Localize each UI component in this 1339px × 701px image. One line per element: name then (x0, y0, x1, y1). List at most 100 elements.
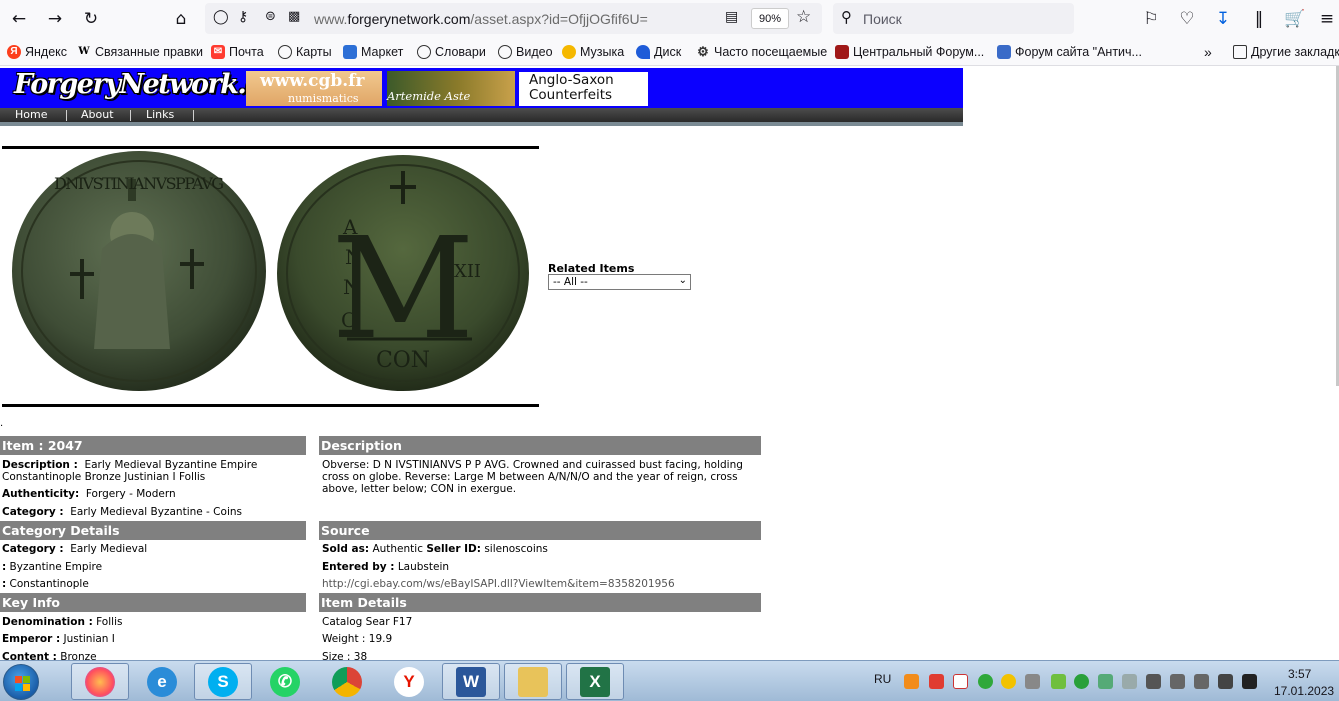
coin-reverse: A N N O M XII CON (277, 155, 529, 391)
url-text[interactable]: www.forgerynetwork.com/asset.aspx?id=Ofj… (314, 11, 648, 27)
bookmark-most-visited[interactable]: ⚙ Часто посещаемые (696, 43, 827, 61)
nav-divider (130, 110, 131, 121)
related-items-select[interactable]: -- All -- ⌄ (548, 274, 691, 290)
tray-usb-icon[interactable] (1122, 674, 1137, 689)
search-bar[interactable]: ⚲ Поиск (833, 3, 1074, 34)
reverse-exergue: CON (376, 348, 430, 373)
reader-view-icon[interactable]: ▤ (725, 9, 738, 25)
bookmark-related-edits[interactable]: W Связанные правки (77, 43, 203, 61)
pocket-share-icon[interactable]: ⚐ (1138, 6, 1164, 32)
nav-about[interactable]: About (81, 108, 114, 122)
category-details-header: Category Details (0, 521, 306, 540)
address-bar[interactable]: ◯ ⚷ ⊜ ▩ www.forgerynetwork.com/asset.asp… (205, 3, 822, 34)
forum-icon (997, 45, 1011, 59)
ad-artemide[interactable]: Artemide Aste (387, 71, 515, 106)
tray-check-icon[interactable] (978, 674, 993, 689)
whatsapp-icon: ✆ (270, 666, 300, 697)
speaker-icon[interactable] (1146, 674, 1161, 689)
ad-anglo-saxon-label: Anglo-Saxon Counterfeits (529, 72, 614, 103)
reload-icon[interactable]: ↻ (78, 6, 104, 32)
tray-anydesk-icon[interactable] (929, 674, 944, 689)
language-indicator[interactable]: RU (874, 672, 891, 686)
taskbar-excel[interactable]: X (566, 663, 624, 700)
library-icon[interactable]: ‖ (1246, 6, 1272, 32)
bookmark-video[interactable]: Видео (498, 43, 553, 61)
source-link[interactable]: http://cgi.ebay.com/ws/eBayISAPI.dll?Vie… (322, 578, 675, 590)
zoom-level-badge[interactable]: 90% (751, 8, 789, 29)
reverse-year: XII (454, 261, 481, 282)
bookmark-maps[interactable]: Карты (278, 43, 332, 61)
bookmark-dictionaries[interactable]: Словари (417, 43, 486, 61)
category-details-category: Category : Early Medieval (2, 543, 148, 555)
downloads-icon[interactable]: ↧ (1210, 6, 1236, 32)
wikipedia-icon: W (78, 46, 90, 57)
tray-lifebuoy-icon[interactable] (1001, 674, 1016, 689)
taskbar-skype[interactable]: S (194, 663, 252, 700)
bookmark-yandex[interactable]: Я Яндекс (7, 43, 67, 61)
start-flag-green (23, 676, 30, 683)
clock-date[interactable]: 17.01.2023 (1274, 684, 1334, 698)
clock-time[interactable]: 3:57 (1288, 667, 1311, 681)
bookmark-mail[interactable]: ✉ Почта (211, 43, 264, 61)
tray-nvidia-icon[interactable] (1051, 674, 1066, 689)
bookmark-disk[interactable]: Диск (636, 43, 681, 61)
network-icon[interactable] (1170, 674, 1185, 689)
category-details-mint: : Constantinople (2, 578, 89, 590)
bookmark-central-forum[interactable]: Центральный Форум... (835, 43, 984, 61)
item-details-header: Item Details (319, 593, 761, 612)
nav-home[interactable]: Home (15, 108, 47, 122)
start-button[interactable] (3, 664, 39, 700)
taskbar-internet-explorer[interactable]: e (133, 663, 191, 700)
bookmark-music[interactable]: Музыка (562, 43, 624, 61)
bookmark-market[interactable]: Маркет (343, 43, 403, 61)
action-center-flag-icon[interactable] (1218, 674, 1233, 689)
bookmark-other[interactable]: Другие закладки (1233, 43, 1339, 61)
item-details-catalog: Catalog Sear F17 (322, 616, 413, 628)
start-flag-blue (15, 684, 22, 691)
bookmark-antique-forum[interactable]: Форум сайта "Антич... (997, 43, 1142, 61)
taskbar-word[interactable]: W (442, 663, 500, 700)
description-header: Description (319, 436, 761, 455)
word-icon: W (456, 666, 486, 697)
start-flag-red (15, 676, 22, 683)
volume-icon[interactable] (1194, 674, 1209, 689)
forward-icon[interactable]: → (42, 6, 68, 32)
ad-cgb[interactable]: www.cgb.fr numismatics (246, 71, 382, 106)
taskbar-whatsapp[interactable]: ✆ (256, 663, 314, 700)
file-explorer-icon (518, 666, 548, 697)
chevron-more-icon[interactable]: » (1204, 43, 1212, 61)
item-category: Category : Early Medieval Byzantine - Co… (2, 506, 242, 518)
tray-sync-icon[interactable] (1074, 674, 1089, 689)
yandex-browser-icon: Y (394, 666, 424, 697)
back-icon[interactable]: ← (6, 6, 32, 32)
coin-photo: DNIVSTINIANVSPPAVG A N N O M XII CON (2, 146, 539, 407)
bookmark-star-icon[interactable]: ☆ (796, 7, 811, 27)
shield-icon[interactable]: ◯ (213, 9, 229, 25)
pocket-icon[interactable]: ♡ (1174, 6, 1200, 32)
taskbar-chrome[interactable] (318, 663, 376, 700)
cart-icon[interactable]: 🛒 (1282, 6, 1308, 32)
menu-icon[interactable]: ≡ (1314, 6, 1339, 32)
tray-pen-icon[interactable] (1025, 674, 1040, 689)
nav-divider (193, 110, 194, 121)
tray-yandex-icon[interactable] (953, 674, 968, 689)
item-header: Item : 2047 (0, 436, 306, 455)
ad-artemide-label: Artemide Aste (387, 89, 471, 103)
folder-icon (1233, 45, 1247, 59)
nav-links[interactable]: Links (146, 108, 174, 122)
tray-g-icon[interactable] (1242, 674, 1257, 689)
taskbar-firefox[interactable] (71, 663, 129, 700)
home-icon[interactable]: ⌂ (168, 6, 194, 32)
ad-anglo-saxon[interactable]: Anglo-Saxon Counterfeits (519, 72, 648, 106)
taskbar-yandex-browser[interactable]: Y (380, 663, 438, 700)
key-info-denomination: Denomination : Follis (2, 616, 123, 628)
tray-avast-icon[interactable] (904, 674, 919, 689)
taskbar-file-explorer[interactable] (504, 663, 562, 700)
permissions-icon[interactable]: ⚷ (238, 9, 248, 25)
search-input[interactable]: Поиск (863, 11, 902, 27)
item-details-size: Size : 38 (322, 651, 368, 660)
tray-security-icon[interactable] (1098, 674, 1113, 689)
excel-icon: X (580, 666, 610, 697)
site-info-icon[interactable]: ⊜ (265, 9, 276, 24)
mail-icon: ✉ (211, 45, 225, 59)
